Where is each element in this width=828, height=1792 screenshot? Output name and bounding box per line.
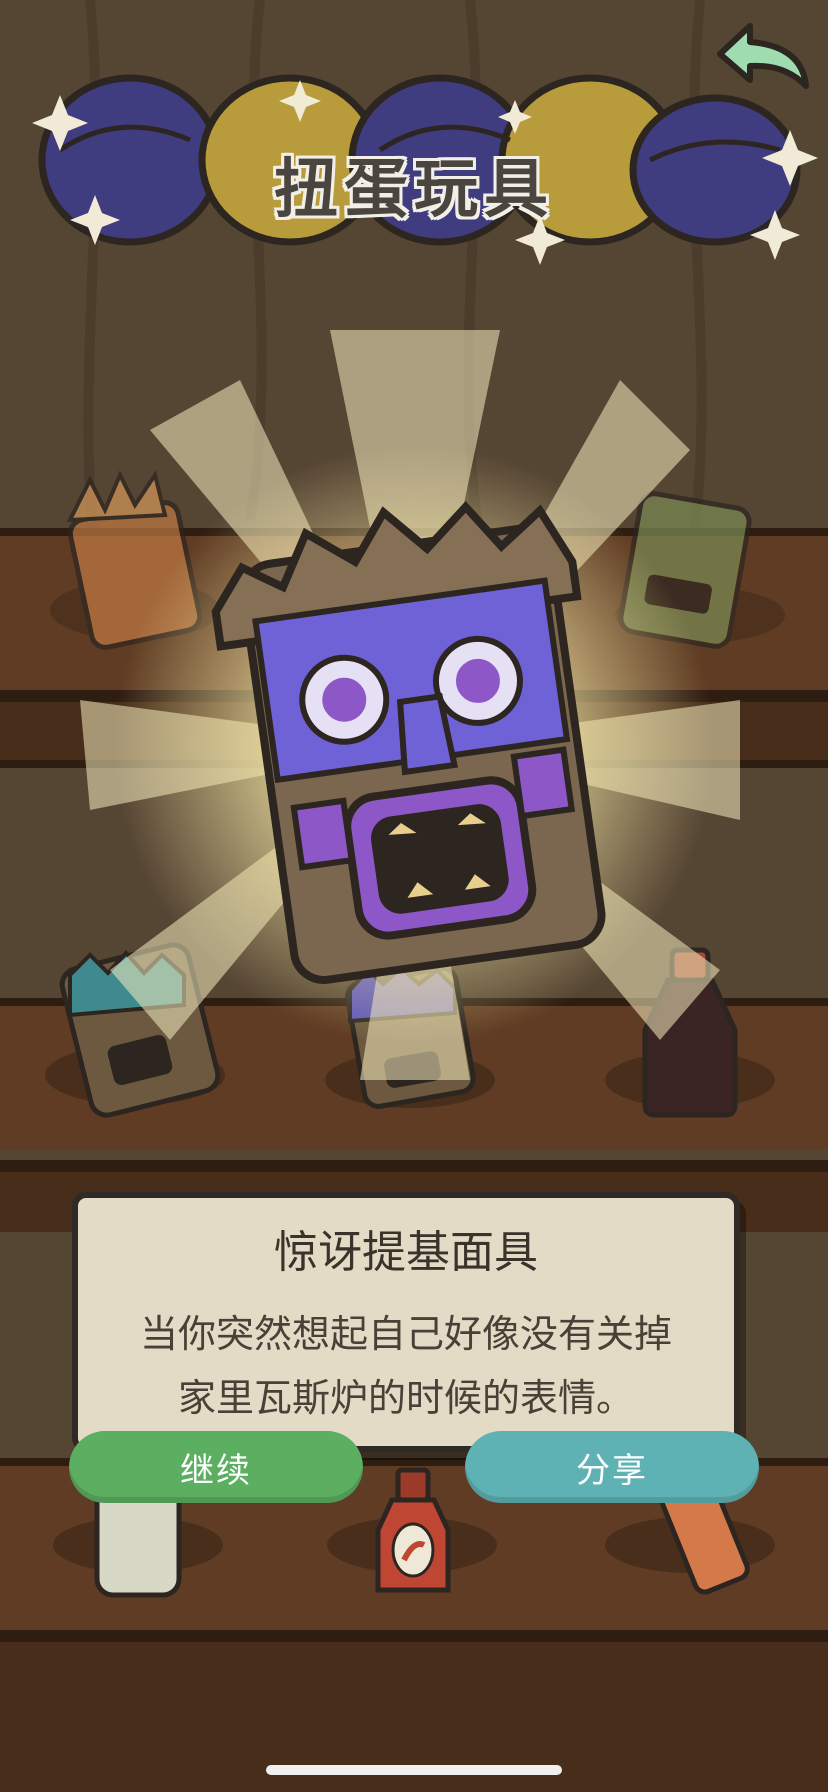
share-button[interactable]: 分享 bbox=[465, 1431, 759, 1503]
share-button-label: 分享 bbox=[576, 1450, 648, 1491]
page-title: 扭蛋玩具 bbox=[274, 153, 554, 227]
item-info-card: 惊讶提基面具 当你突然想起自己好像没有关掉家里瓦斯炉的时候的表情。 bbox=[72, 1192, 740, 1452]
item-description: 当你突然想起自己好像没有关掉家里瓦斯炉的时候的表情。 bbox=[139, 1312, 672, 1420]
continue-button[interactable]: 继续 bbox=[69, 1431, 363, 1503]
back-arrow-icon bbox=[717, 23, 809, 89]
back-button[interactable] bbox=[710, 16, 820, 96]
home-indicator[interactable] bbox=[266, 1765, 562, 1775]
item-name: 惊讶提基面具 bbox=[274, 1227, 538, 1278]
game-scene bbox=[0, 0, 828, 1792]
continue-button-label: 继续 bbox=[180, 1450, 252, 1491]
